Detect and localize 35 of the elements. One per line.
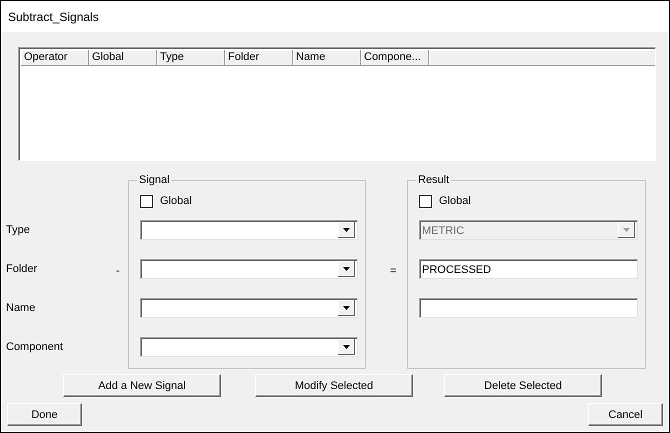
checkbox[interactable] xyxy=(140,195,153,208)
dropdown[interactable] xyxy=(140,259,358,279)
done-button[interactable]: Done xyxy=(7,403,82,426)
field-label: Component xyxy=(6,340,64,355)
column-header[interactable]: Operator xyxy=(21,50,89,66)
minus-sign: - xyxy=(116,265,120,277)
caret-icon xyxy=(342,228,350,232)
list-view[interactable]: Operator Global Type Folder Name Compone... xyxy=(18,47,656,161)
column-header[interactable]: Name xyxy=(293,50,361,66)
checkbox-label: Global xyxy=(160,194,192,210)
column-header[interactable]: Folder xyxy=(225,50,293,66)
column-header[interactable]: Compone... xyxy=(361,50,429,66)
dropdown[interactable] xyxy=(140,337,358,357)
column-header[interactable]: Type xyxy=(157,50,225,66)
caret-icon xyxy=(342,266,350,270)
checkbox[interactable] xyxy=(419,195,432,208)
window-title: Subtract_Signals xyxy=(8,8,99,26)
action-button[interactable]: Add a New Signal xyxy=(63,374,221,397)
field-label: Folder xyxy=(6,262,38,277)
dropdown[interactable] xyxy=(140,298,358,318)
field-label: Type xyxy=(6,223,31,238)
field-label: Name xyxy=(6,301,36,316)
caret-icon xyxy=(622,228,630,232)
group-title: Signal xyxy=(137,173,172,187)
action-button[interactable]: Delete Selected xyxy=(444,374,602,397)
caret-icon xyxy=(342,344,350,348)
caret-icon xyxy=(342,306,350,310)
action-button[interactable]: Modify Selected xyxy=(255,374,413,397)
text-field[interactable] xyxy=(419,298,638,318)
dropdown[interactable] xyxy=(140,220,358,240)
text-field[interactable]: PROCESSED xyxy=(419,259,638,279)
column-header[interactable]: Global xyxy=(89,50,157,66)
checkbox-label: Global xyxy=(439,194,471,210)
equals-sign: = xyxy=(390,265,396,277)
cancel-button[interactable]: Cancel xyxy=(588,403,663,426)
